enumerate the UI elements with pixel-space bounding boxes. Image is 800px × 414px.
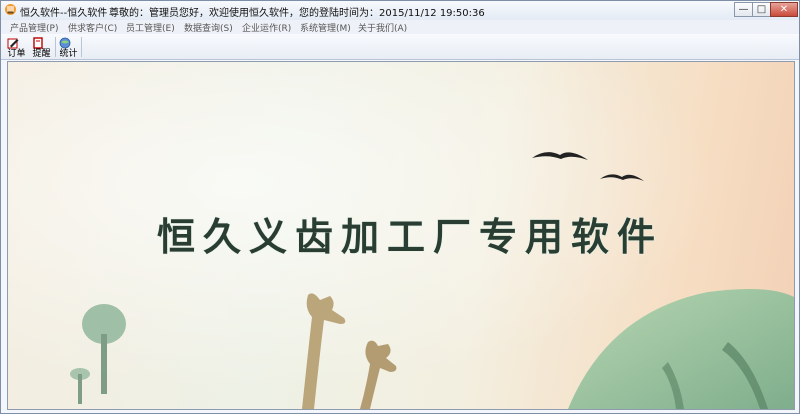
menu-system-management[interactable]: 系统管理(M) bbox=[300, 21, 351, 34]
menu-supply-customers[interactable]: 供求客户(C) bbox=[68, 21, 117, 34]
mushroom-stem bbox=[78, 374, 82, 404]
splash-illustration: 恒久义齿加工厂专用软件 bbox=[8, 62, 794, 409]
menu-data-query[interactable]: 数据查询(S) bbox=[184, 21, 233, 34]
order-button[interactable]: 订单 bbox=[5, 35, 28, 59]
menu-bar: 产品管理(P) 供求客户(C) 员工管理(E) 数据查询(S) 企业运作(R) … bbox=[1, 20, 799, 35]
maximize-button[interactable]: □ bbox=[752, 2, 771, 17]
menu-employee-management[interactable]: 员工管理(E) bbox=[126, 21, 175, 34]
minimize-button[interactable]: — bbox=[734, 2, 753, 17]
statistics-globe-icon bbox=[59, 37, 71, 49]
title-bar[interactable]: 恒久软件--恒久软件 尊敬的：管理员您好，欢迎使用恒久软件，您的登陆时间为：20… bbox=[1, 1, 799, 21]
reminder-label: 提醒 bbox=[32, 49, 51, 59]
menu-product-management[interactable]: 产品管理(P) bbox=[10, 21, 58, 34]
window-title: 恒久软件--恒久软件 bbox=[20, 8, 108, 19]
reminder-note-icon bbox=[33, 37, 43, 49]
close-button[interactable]: ✕ bbox=[770, 2, 798, 17]
toolbar-separator bbox=[81, 37, 82, 57]
menu-about-us[interactable]: 关于我们(A) bbox=[358, 21, 407, 34]
toolbar: 订单 提醒 统计 bbox=[1, 34, 799, 60]
welcome-status: 尊敬的：管理员您好，欢迎使用恒久软件，您的登陆时间为：2015/11/12 19… bbox=[109, 8, 485, 19]
app-logo-icon bbox=[5, 4, 16, 15]
menu-enterprise-operation[interactable]: 企业运作(R) bbox=[242, 21, 291, 34]
reminder-button[interactable]: 提醒 bbox=[30, 35, 53, 59]
statistics-label: 统计 bbox=[59, 49, 78, 59]
statistics-button[interactable]: 统计 bbox=[57, 35, 80, 59]
order-pen-icon bbox=[7, 38, 19, 49]
splash-headline: 恒久义齿加工厂专用软件 bbox=[157, 214, 663, 259]
application-window: 恒久软件--恒久软件 尊敬的：管理员您好，欢迎使用恒久软件，您的登陆时间为：20… bbox=[0, 0, 800, 414]
mushroom-stem bbox=[101, 334, 107, 394]
order-label: 订单 bbox=[7, 49, 26, 59]
toolbar-separator bbox=[55, 37, 56, 57]
splash-area: 恒久义齿加工厂专用软件 bbox=[7, 61, 795, 410]
